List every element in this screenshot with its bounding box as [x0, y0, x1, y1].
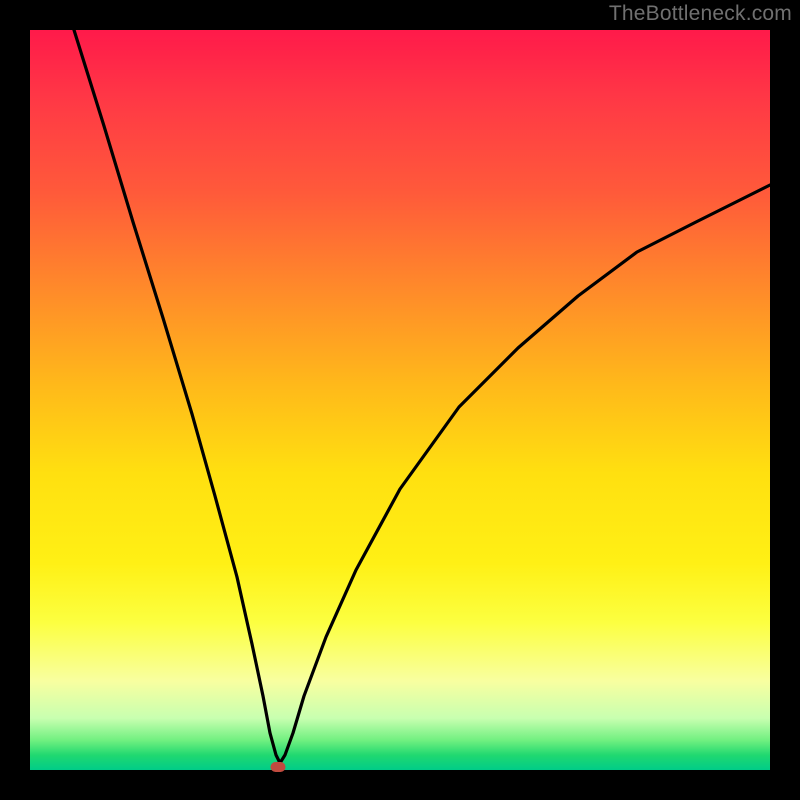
- optimal-marker-icon: [271, 762, 286, 772]
- watermark-text: TheBottleneck.com: [609, 2, 792, 26]
- chart-frame: TheBottleneck.com: [0, 0, 800, 800]
- bottleneck-curve: [74, 30, 770, 763]
- curve-layer: [30, 30, 770, 770]
- plot-area: [30, 30, 770, 770]
